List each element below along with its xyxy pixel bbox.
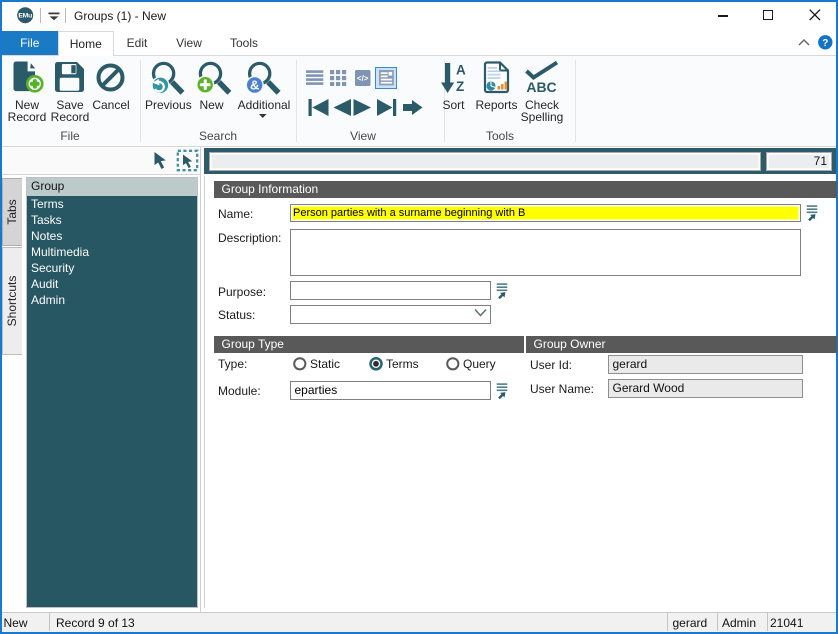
svg-text:</>: </> [357, 74, 369, 83]
svg-text:A: A [456, 63, 466, 78]
svg-text:?: ? [822, 38, 828, 49]
svg-text:Z: Z [456, 79, 464, 94]
svg-text:&: & [250, 78, 259, 93]
svg-text:ABC: ABC [526, 79, 556, 94]
svg-text:EMu: EMu [18, 13, 32, 20]
